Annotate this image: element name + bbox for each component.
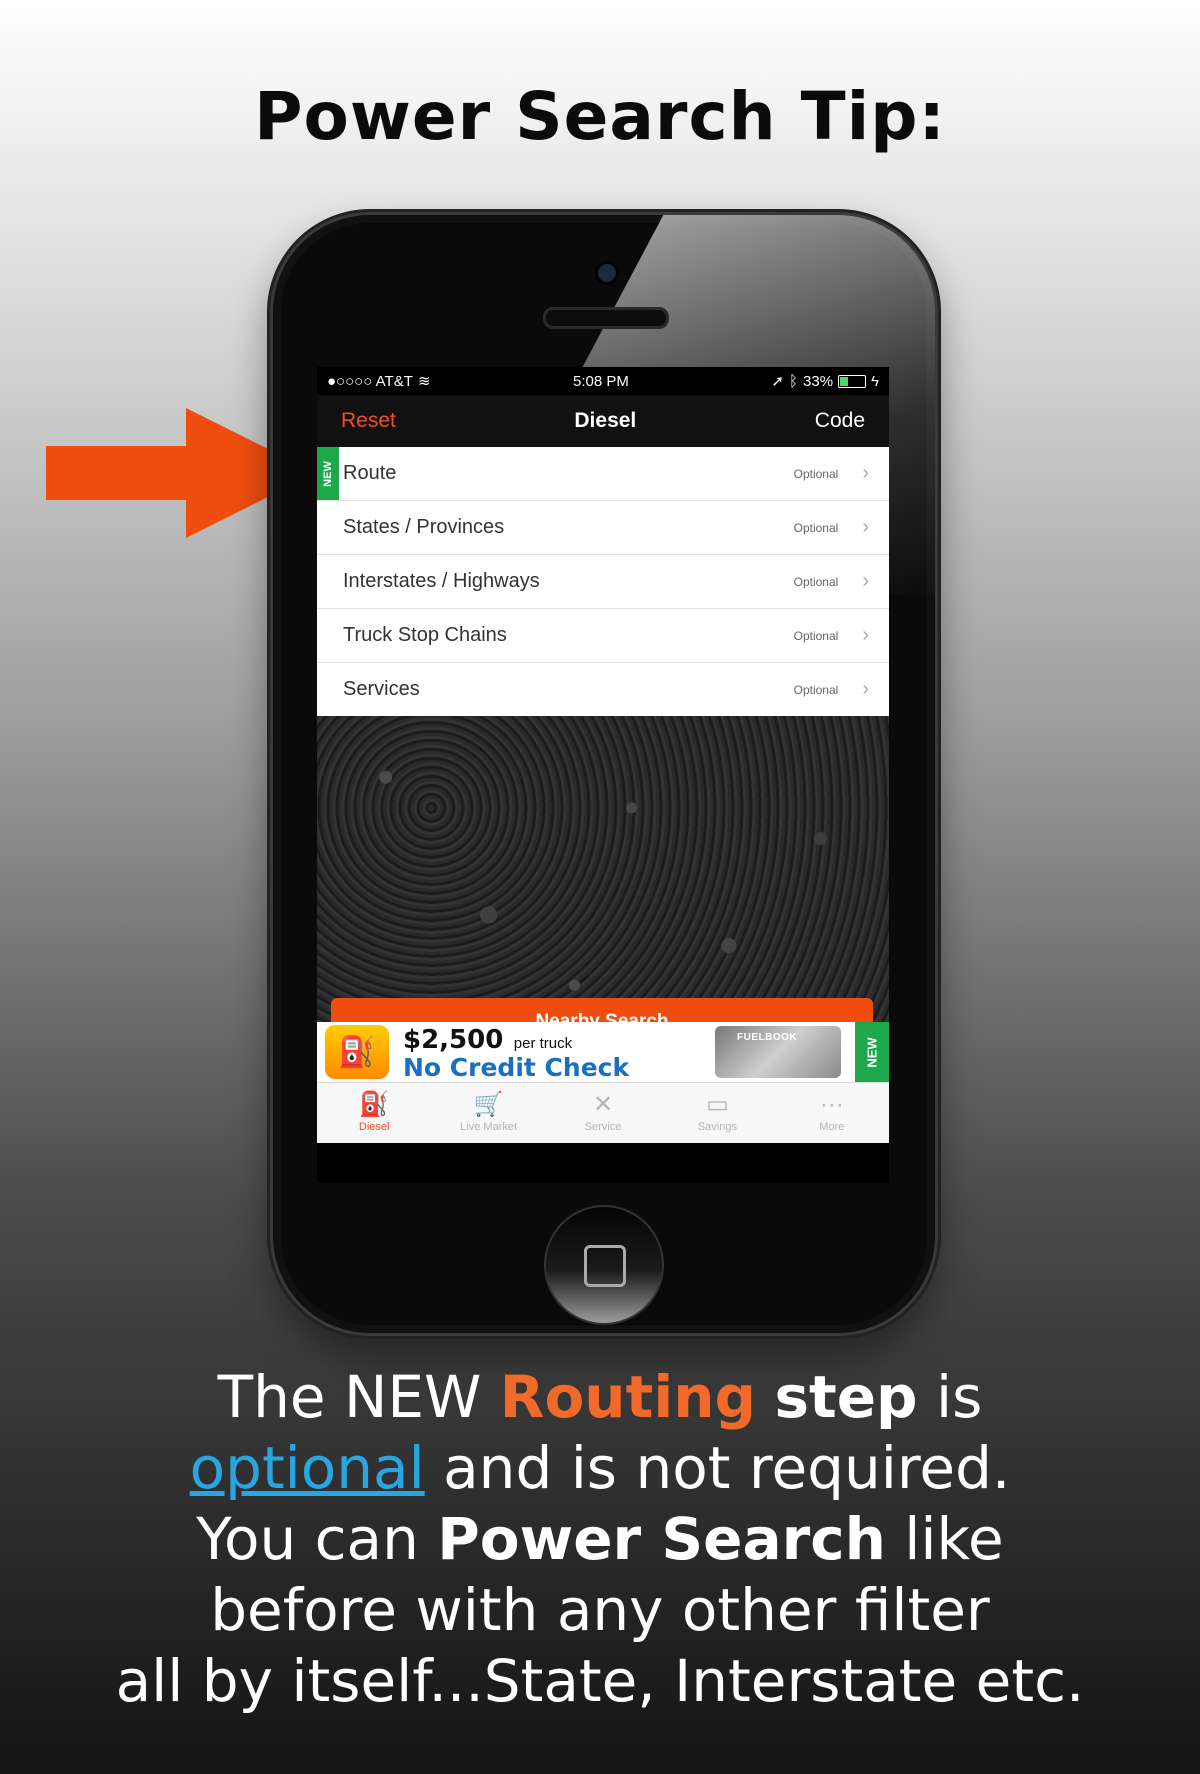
location-icon: ➚ [771,373,784,390]
ad-banner[interactable]: ⛽ $2,500 per truck No Credit Check FUELB… [317,1022,889,1082]
app-screen: ●○○○○ AT&T ≋ 5:08 PM ➚ ᛒ 33% ϟ Reset Die… [317,367,889,1183]
tab-savings[interactable]: ▭ Savings [660,1083,774,1143]
optional-label: Optional [793,628,839,643]
wifi-icon: ≋ [417,373,431,390]
cart-icon: 🛒 [473,1091,504,1118]
ad-amount: $2,500 [403,1024,504,1055]
card-icon: ▭ [706,1091,729,1118]
optional-label: Optional [793,466,839,481]
chevron-right-icon: › [862,570,869,592]
caption-line-1: The NEW Routing step is [217,1363,983,1431]
caption-line-2: optional and is not required. [189,1434,1011,1502]
chevron-right-icon: › [862,462,869,484]
bluetooth-icon: ᛒ [789,372,799,390]
ad-per-truck: per truck [513,1034,573,1052]
filter-list: NEW Route Optional › States / Provinces … [317,447,889,716]
tab-service[interactable]: ✕ Service [546,1083,660,1143]
battery-percent: 33% [803,372,834,390]
new-badge: NEW [317,447,339,500]
caption-line-4: before with any other filter [210,1576,990,1644]
reset-button[interactable]: Reset [341,409,396,433]
home-square-icon [584,1245,626,1287]
fuel-card-image: FUELBOOK [715,1026,841,1078]
ad-new-badge: NEW [855,1022,889,1082]
caption-line-3: You can Power Search like [196,1505,1004,1573]
tab-bar: ⛽ Diesel 🛒 Live Market ✕ Service ▭ Savin… [317,1082,889,1143]
optional-label: Optional [793,682,839,697]
tab-diesel[interactable]: ⛽ Diesel [317,1083,431,1143]
tab-more[interactable]: ··· More [775,1083,889,1143]
more-dots-icon: ··· [819,1091,844,1118]
earpiece-speaker [543,307,669,329]
carrier-label: ●○○○○ AT&T [327,372,413,390]
filter-row-chains[interactable]: Truck Stop Chains Optional › [317,609,889,663]
optional-label: Optional [793,574,839,589]
status-time: 5:08 PM [573,372,629,390]
filter-label: Truck Stop Chains [343,624,507,646]
filter-label: Interstates / Highways [343,570,540,592]
tab-live-market[interactable]: 🛒 Live Market [431,1083,545,1143]
ad-brand: FUELBOOK [737,1032,798,1043]
phone-mockup: ●○○○○ AT&T ≋ 5:08 PM ➚ ᛒ 33% ϟ Reset Die… [270,212,938,1336]
filter-row-route[interactable]: NEW Route Optional › [317,447,889,501]
code-button[interactable]: Code [815,409,865,433]
chevron-right-icon: › [862,624,869,646]
filter-row-states[interactable]: States / Provinces Optional › [317,501,889,555]
home-button[interactable] [544,1205,664,1325]
chevron-right-icon: › [862,678,869,700]
caption: The NEW Routing step is optional and is … [0,1362,1200,1717]
chevron-right-icon: › [862,516,869,538]
nav-bar: Reset Diesel Code [317,395,889,447]
optional-label: Optional [793,520,839,535]
filter-row-interstates[interactable]: Interstates / Highways Optional › [317,555,889,609]
page-title: Diesel [574,409,637,432]
headline: Power Search Tip: [254,78,946,155]
charging-icon: ϟ [871,372,879,390]
battery-icon [838,374,867,388]
status-bar: ●○○○○ AT&T ≋ 5:08 PM ➚ ᛒ 33% ϟ [317,367,889,395]
ad-headline: No Credit Check [403,1052,630,1082]
fuel-pump-icon: ⛽ [359,1091,390,1118]
filter-row-services[interactable]: Services Optional › [317,663,889,716]
filter-label: States / Provinces [343,516,505,538]
filter-label: Services [343,678,420,700]
caption-line-5: all by itself...State, Interstate etc. [115,1647,1085,1715]
optional-link: optional [189,1434,425,1502]
asphalt-background: Nearby Search [317,716,889,1046]
front-camera [595,261,619,285]
tools-icon: ✕ [592,1091,614,1118]
filter-label: Route [343,462,397,484]
fuel-nozzle-icon: ⛽ [325,1025,389,1079]
